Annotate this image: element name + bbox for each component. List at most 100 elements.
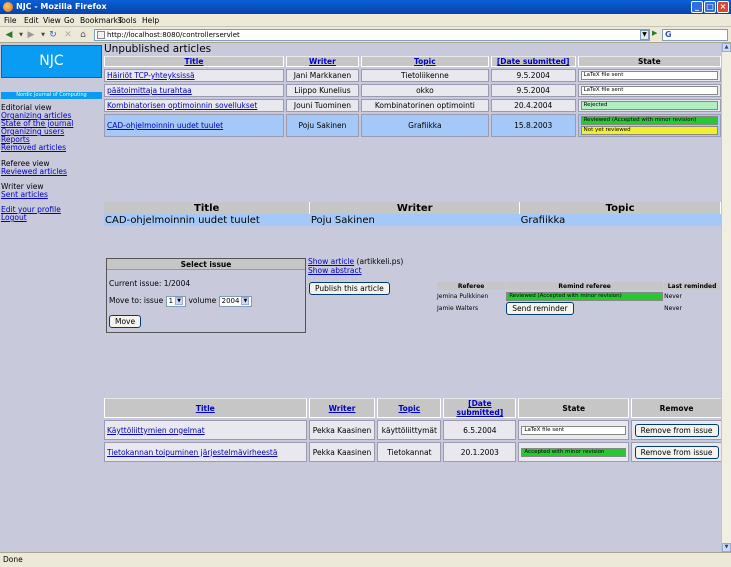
remind-referee-header: Remind referee bbox=[506, 282, 664, 290]
referee-name: Jemina Pulkkinen bbox=[437, 292, 489, 300]
go-icon[interactable]: ▶ bbox=[652, 29, 662, 41]
date-cell: 20.4.2004 bbox=[490, 99, 576, 112]
sort-topic-link[interactable]: Topic bbox=[399, 404, 421, 413]
writer-cell: Liippo Kunelius bbox=[285, 84, 359, 97]
scroll-up-icon[interactable]: ▲ bbox=[722, 43, 731, 52]
sort-topic-link[interactable]: Topic bbox=[414, 57, 436, 66]
article-title-link[interactable]: päätoimittaja turahtaa bbox=[107, 86, 192, 95]
article-title-link[interactable]: Käyttöliittymien ongelmat bbox=[107, 426, 205, 435]
detail-writer-header: Writer bbox=[309, 202, 521, 214]
stop-icon[interactable]: ✕ bbox=[62, 29, 74, 41]
writer-cell: Jouni Tuominen bbox=[285, 99, 359, 112]
issue-select-value: 1 bbox=[168, 297, 174, 305]
menu-go[interactable]: Go bbox=[64, 16, 74, 25]
minimize-button[interactable]: _ bbox=[691, 1, 703, 13]
volume-select-value: 2004 bbox=[221, 297, 240, 305]
window-title-bar: NJC - Mozilla Firefox _ □ × bbox=[0, 0, 731, 14]
writer-cell: Jani Markkanen bbox=[285, 69, 359, 82]
state-badge: Accepted with minor revision bbox=[521, 447, 627, 457]
editorial-view-section: Editorial view Organizing articles State… bbox=[1, 104, 73, 152]
table-row: Jemina Pulkkinen Reviewed (Accepted with… bbox=[437, 291, 720, 301]
address-bar[interactable]: http://localhost:8080/controllerservlet bbox=[94, 29, 650, 41]
home-icon[interactable]: ⌂ bbox=[77, 29, 89, 41]
show-abstract-link[interactable]: Show abstract bbox=[308, 266, 362, 275]
date-cell: 15.8.2003 bbox=[490, 114, 576, 137]
forward-icon[interactable]: ▶ bbox=[25, 29, 37, 41]
sort-date-link[interactable]: [Date submitted] bbox=[457, 399, 504, 417]
date-cell: 9.5.2004 bbox=[490, 84, 576, 97]
remove-from-issue-button[interactable]: Remove from issue bbox=[634, 445, 719, 459]
link-logout[interactable]: Logout bbox=[1, 214, 61, 222]
article-title-link[interactable]: Häiriöt TCP-yhteyksissä bbox=[107, 71, 195, 80]
table-row: Häiriöt TCP-yhteyksissä Jani Markkanen T… bbox=[104, 69, 721, 82]
publish-article-button[interactable]: Publish this article bbox=[309, 282, 390, 295]
article-title-link[interactable]: Tietokannan toipuminen järjestelmävirhee… bbox=[107, 448, 277, 457]
search-engine-icon[interactable]: G bbox=[665, 30, 672, 39]
link-reviewed-articles[interactable]: Reviewed articles bbox=[1, 168, 67, 176]
address-dropdown-icon[interactable]: ▼ bbox=[640, 30, 649, 40]
reload-icon[interactable]: ↻ bbox=[47, 29, 59, 41]
issue-articles-table: Title Writer Topic [Date submitted] Stat… bbox=[102, 396, 721, 464]
article-title-link[interactable]: Kombinatorisen optimoinnin sovellukset bbox=[107, 101, 257, 110]
link-sent-articles[interactable]: Sent articles bbox=[1, 191, 48, 199]
chevron-down-icon: ▼ bbox=[241, 297, 250, 305]
show-article-link[interactable]: Show article bbox=[308, 257, 354, 266]
close-button[interactable]: × bbox=[717, 1, 729, 13]
sort-date-link[interactable]: [Date submitted] bbox=[497, 57, 570, 66]
navigation-toolbar: ◀ ▼ ▶ ▼ ↻ ✕ ⌂ http://localhost:8080/cont… bbox=[0, 27, 731, 43]
menu-view[interactable]: View bbox=[43, 16, 61, 25]
menu-file[interactable]: File bbox=[4, 16, 17, 25]
last-reminded-cell: Never bbox=[664, 292, 682, 300]
state-badge: LaTeX file sent bbox=[580, 86, 718, 95]
date-cell: 6.5.2004 bbox=[443, 420, 517, 440]
last-reminded-header: Last reminded bbox=[664, 282, 720, 290]
state-badge: Not yet reviewed bbox=[580, 126, 718, 135]
article-title-link[interactable]: CAD-ohjelmoinnin uudet tuulet bbox=[107, 121, 223, 130]
last-reminded-cell: Never bbox=[664, 305, 682, 312]
link-removed-articles[interactable]: Removed articles bbox=[1, 144, 73, 152]
state-badge: Reviewed (Accepted with minor revision) bbox=[580, 116, 718, 125]
table-row: Tietokannan toipuminen järjestelmävirhee… bbox=[104, 442, 721, 462]
firefox-icon bbox=[3, 2, 13, 12]
chevron-down-icon: ▼ bbox=[175, 297, 184, 305]
state-header: State bbox=[577, 56, 721, 67]
detail-title: CAD-ohjelmoinnin uudet tuulet bbox=[104, 214, 310, 226]
volume-select[interactable]: 2004 ▼ bbox=[218, 296, 253, 307]
state-badge: LaTeX file sent bbox=[521, 425, 627, 435]
sort-writer-link[interactable]: Writer bbox=[309, 57, 336, 66]
state-header: State bbox=[518, 398, 630, 418]
issue-select[interactable]: 1 ▼ bbox=[165, 296, 187, 307]
referee-header: Referee bbox=[437, 282, 506, 290]
maximize-button[interactable]: □ bbox=[704, 1, 716, 13]
table-row: Jamie Walters Send reminder Never bbox=[437, 302, 720, 315]
sort-writer-link[interactable]: Writer bbox=[329, 404, 356, 413]
topic-cell: Tietoliikenne bbox=[360, 69, 489, 82]
topic-cell: Grafiikka bbox=[360, 114, 489, 137]
topic-cell: okko bbox=[360, 84, 489, 97]
detail-title-header: Title bbox=[104, 202, 311, 214]
state-badge: LaTeX file sent bbox=[580, 71, 718, 80]
sort-title-link[interactable]: Title bbox=[196, 404, 215, 413]
referee-view-section: Referee view Reviewed articles bbox=[1, 160, 67, 176]
sort-title-link[interactable]: Title bbox=[184, 57, 203, 66]
state-badge: Rejected bbox=[580, 101, 718, 110]
menu-bookmarks[interactable]: Bookmarks bbox=[80, 16, 122, 25]
back-icon[interactable]: ◀ bbox=[3, 29, 15, 41]
move-button[interactable]: Move bbox=[109, 315, 142, 328]
window-title: NJC - Mozilla Firefox bbox=[16, 2, 107, 11]
menu-help[interactable]: Help bbox=[142, 16, 159, 25]
scroll-down-icon[interactable]: ▼ bbox=[722, 543, 731, 552]
menu-edit[interactable]: Edit bbox=[24, 16, 39, 25]
topic-cell: Tietokannat bbox=[377, 442, 442, 462]
page-content: NJC Nordic Journal of Computing Editoria… bbox=[0, 43, 721, 552]
topic-cell: käyttöliittymät bbox=[377, 420, 442, 440]
date-cell: 20.1.2003 bbox=[443, 442, 517, 462]
vertical-scrollbar[interactable]: ▲ ▼ bbox=[721, 43, 731, 552]
remove-from-issue-button[interactable]: Remove from issue bbox=[634, 423, 719, 437]
date-cell: 9.5.2004 bbox=[490, 69, 576, 82]
status-text: Done bbox=[3, 555, 23, 564]
search-box[interactable]: G bbox=[662, 29, 728, 41]
send-reminder-button[interactable]: Send reminder bbox=[506, 302, 574, 315]
menu-tools[interactable]: Tools bbox=[118, 16, 136, 25]
writer-cell: Pekka Kaasinen bbox=[308, 420, 376, 440]
